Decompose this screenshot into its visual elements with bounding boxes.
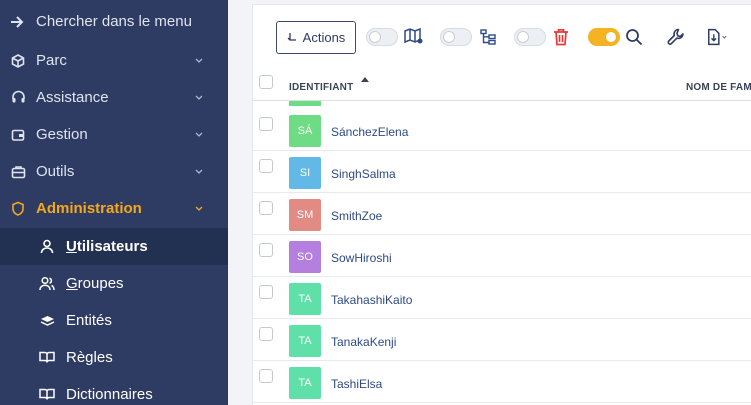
user-link[interactable]: TanakaKenji — [331, 335, 396, 349]
toggle-knob — [443, 31, 455, 43]
wallet-icon — [9, 126, 27, 144]
sidebar-subitem-dictionnaires[interactable]: Dictionnaires — [0, 376, 228, 405]
table-row: SM SmithZoe — [253, 193, 751, 235]
sidebar-subitem-label: Groupes — [66, 275, 124, 292]
tree-toggle[interactable] — [440, 28, 472, 46]
sidebar-subitem-label: Dictionnaires — [66, 386, 153, 403]
undo-arrow-icon — [287, 30, 297, 45]
sidebar-item-label: Gestion — [36, 126, 88, 143]
avatar: SM — [289, 199, 321, 231]
arrow-right-icon — [9, 13, 27, 31]
toggle-knob — [605, 31, 617, 43]
sidebar-item-outils[interactable]: Outils — [0, 153, 228, 190]
tree-icon[interactable] — [477, 26, 499, 48]
user-icon — [38, 238, 56, 256]
search-toggle[interactable] — [588, 28, 620, 46]
users-icon — [38, 275, 56, 293]
users-table-card: Actions IDENTIFIANT NOM DE FAM SÁ Sánche… — [252, 4, 751, 405]
trash-toggle[interactable] — [514, 28, 546, 46]
chevron-down-icon — [194, 167, 204, 177]
search-icon[interactable] — [623, 26, 645, 48]
user-link[interactable]: SmithZoe — [331, 209, 382, 223]
cube-icon — [9, 52, 27, 70]
sidebar-subitem-label: Utilisateurs — [66, 238, 148, 255]
user-link[interactable]: SowHiroshi — [331, 251, 392, 265]
toggle-knob — [369, 31, 381, 43]
actions-button[interactable]: Actions — [276, 21, 356, 54]
book-icon — [38, 386, 56, 404]
avatar: SÁ — [289, 115, 321, 147]
sidebar-item-parc[interactable]: Parc — [0, 42, 228, 79]
sidebar-subitem-entites[interactable]: Entités — [0, 302, 228, 339]
export-icon[interactable] — [706, 26, 728, 48]
search-menu-item[interactable]: Chercher dans le menu — [0, 3, 228, 40]
wrench-icon[interactable] — [665, 26, 687, 48]
table-row: TA TashiElsa — [253, 361, 751, 403]
row-checkbox[interactable] — [259, 201, 273, 215]
sidebar-subitem-label: Règles — [66, 349, 113, 366]
row-checkbox[interactable] — [259, 369, 273, 383]
avatar: TA — [289, 283, 321, 315]
stack-icon — [38, 312, 56, 330]
row-checkbox[interactable] — [259, 285, 273, 299]
sidebar-subitem-utilisateurs[interactable]: Utilisateurs — [0, 228, 228, 265]
chevron-down-icon — [194, 56, 204, 66]
sidebar-item-label: Assistance — [36, 89, 109, 106]
table-row: TA TanakaKenji — [253, 319, 751, 361]
sidebar-item-assistance[interactable]: Assistance — [0, 79, 228, 116]
select-all-checkbox[interactable] — [259, 75, 273, 89]
table-row: SÁ SánchezElena — [253, 109, 751, 151]
row-checkbox[interactable] — [259, 117, 273, 131]
user-link[interactable]: SánchezElena — [331, 125, 408, 139]
shield-icon — [9, 200, 27, 218]
sort-ascending-icon — [361, 77, 369, 82]
avatar: SI — [289, 157, 321, 189]
sidebar-item-gestion[interactable]: Gestion — [0, 116, 228, 153]
actions-label: Actions — [302, 30, 346, 45]
column-header-nom-de-famille[interactable]: NOM DE FAM — [686, 82, 751, 93]
table-row: SO SowHiroshi — [253, 235, 751, 277]
chevron-down-icon — [194, 93, 204, 103]
sidebar-item-label: Outils — [36, 163, 75, 180]
map-icon[interactable] — [403, 26, 425, 48]
chevron-down-icon — [194, 130, 204, 140]
user-link[interactable]: TakahashiKaito — [331, 293, 412, 307]
briefcase-icon — [9, 163, 27, 181]
table-header: IDENTIFIANT NOM DE FAM — [253, 71, 751, 101]
avatar: TA — [289, 325, 321, 357]
sidebar-subitem-groupes[interactable]: Groupes — [0, 265, 228, 302]
avatar: SO — [289, 241, 321, 273]
headset-icon — [9, 89, 27, 107]
sidebar-item-label: Administration — [36, 200, 142, 217]
main-content: Actions IDENTIFIANT NOM DE FAM SÁ Sánche… — [228, 0, 751, 405]
avatar — [289, 101, 321, 106]
sidebar-item-label: Parc — [36, 52, 67, 69]
sidebar-subitem-regles[interactable]: Règles — [0, 339, 228, 376]
sidebar: Chercher dans le menu Parc Assistance Ge… — [0, 0, 228, 405]
search-menu-label: Chercher dans le menu — [36, 13, 192, 30]
chevron-down-icon — [194, 204, 204, 214]
map-toggle[interactable] — [366, 28, 398, 46]
table-row: SI SinghSalma — [253, 151, 751, 193]
avatar: TA — [289, 367, 321, 399]
column-header-identifiant[interactable]: IDENTIFIANT — [289, 82, 353, 93]
user-link[interactable]: SinghSalma — [331, 167, 396, 181]
row-checkbox[interactable] — [259, 327, 273, 341]
user-link[interactable]: TashiElsa — [331, 377, 382, 391]
book-icon — [38, 349, 56, 367]
row-checkbox[interactable] — [259, 159, 273, 173]
sidebar-subitem-label: Entités — [66, 312, 112, 329]
toggle-knob — [517, 31, 529, 43]
trash-icon[interactable] — [550, 26, 572, 48]
table-row: TA TakahashiKaito — [253, 277, 751, 319]
row-checkbox[interactable] — [259, 243, 273, 257]
toolbar: Actions — [253, 5, 751, 71]
sidebar-item-administration[interactable]: Administration — [0, 190, 228, 227]
